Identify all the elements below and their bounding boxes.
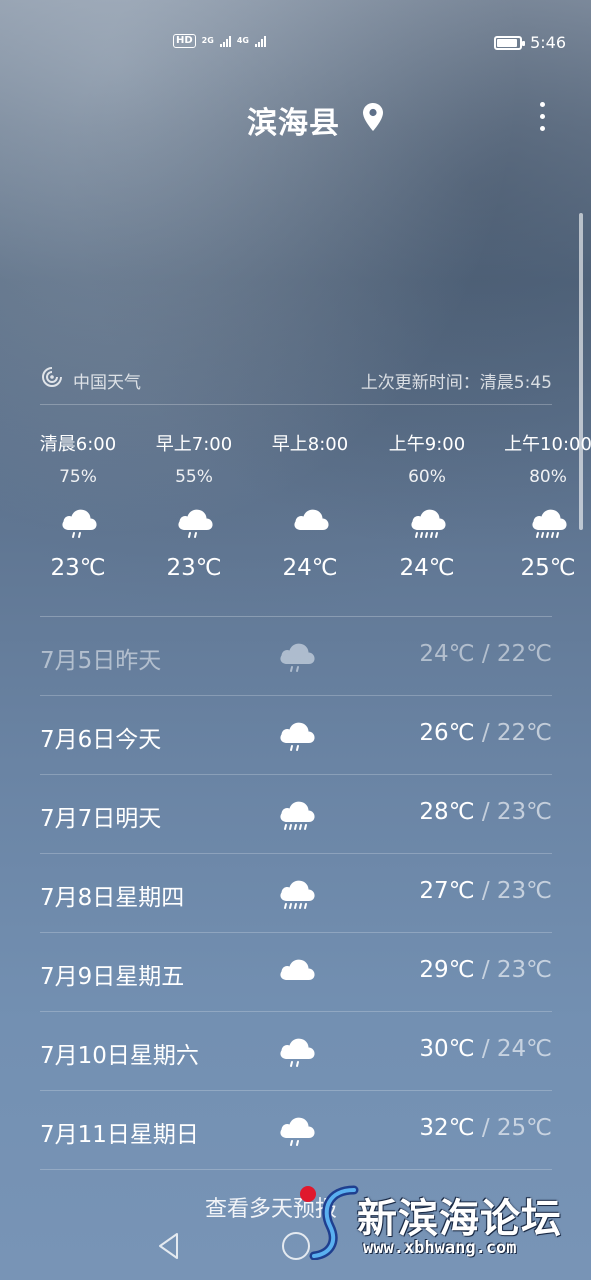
moderate-rain-icon — [280, 801, 315, 830]
daily-high: 29℃ — [419, 957, 475, 983]
nav-back-icon[interactable] — [155, 1230, 183, 1262]
light-rain-icon — [280, 1117, 315, 1146]
hourly-precip-probability: 75% — [59, 467, 97, 487]
light-rain-icon — [280, 722, 315, 751]
hourly-temperature: 25℃ — [520, 555, 576, 581]
hourly-precip-probability — [252, 465, 368, 489]
hourly-temperature: 23℃ — [50, 555, 106, 581]
data-source-name: 中国天气 — [73, 373, 141, 393]
hourly-time: 上午10:00 — [504, 434, 591, 455]
hourly-time: 早上8:00 — [271, 434, 349, 455]
daily-date: 7月8日星期四 — [40, 885, 185, 911]
hd-indicator: HD — [173, 34, 196, 48]
hourly-precip-probability: 55% — [175, 467, 213, 487]
hourly-item: 早上7:00 55% 23℃ — [136, 432, 252, 592]
battery-icon — [494, 35, 526, 50]
daily-row[interactable]: 7月8日星期四 27℃ / 23℃ — [40, 854, 552, 933]
daily-high: 28℃ — [419, 799, 475, 825]
daily-high: 32℃ — [419, 1115, 475, 1141]
daily-temperature-range: 24℃ / 22℃ — [419, 641, 552, 667]
daily-date: 7月11日星期日 — [40, 1122, 199, 1148]
daily-row[interactable]: 7月5日昨天 24℃ / 22℃ — [40, 617, 552, 696]
data-source-row: 中国天气 上次更新时间：清晨5:45 — [40, 364, 552, 396]
hourly-time: 上午9:00 — [388, 434, 466, 455]
signal-icon — [219, 35, 231, 47]
daily-row[interactable]: 7月11日星期日 32℃ / 25℃ — [40, 1091, 552, 1170]
daily-date: 7月10日星期六 — [40, 1043, 199, 1069]
daily-forecast-list: 7月5日昨天 24℃ / 22℃ 7月6日今天 26℃ / 22℃ 7月7日明天 28℃ … — [40, 617, 552, 1170]
daily-low: / 23℃ — [474, 957, 552, 983]
daily-low: / 24℃ — [474, 1036, 552, 1062]
cloudy-icon — [294, 509, 329, 530]
hourly-temperature: 23℃ — [166, 555, 222, 581]
daily-row[interactable]: 7月9日星期五 29℃ / 23℃ — [40, 933, 552, 1012]
network-type-2: 4G — [236, 36, 249, 45]
daily-date: 7月9日星期五 — [40, 964, 185, 990]
daily-temperature-range: 30℃ / 24℃ — [419, 1036, 552, 1062]
daily-low: / 22℃ — [474, 641, 552, 667]
hourly-time: 早上7:00 — [155, 434, 233, 455]
daily-temperature-range: 27℃ / 23℃ — [419, 878, 552, 904]
watermark-title: 新滨海论坛 — [357, 1196, 562, 1242]
daily-high: 27℃ — [419, 878, 475, 904]
light-rain-icon — [62, 509, 97, 538]
hourly-time: 清晨6:00 — [39, 434, 117, 455]
daily-temperature-range: 28℃ / 23℃ — [419, 799, 552, 825]
light-rain-icon — [280, 1038, 315, 1067]
daily-date: 7月6日今天 — [40, 727, 162, 753]
daily-high: 26℃ — [419, 720, 475, 746]
signal-icon — [254, 35, 266, 47]
hourly-forecast[interactable]: 清晨6:00 75% 23℃ 早上7:00 55% 23℃ 早上8:00 24℃ 上午9:00… — [0, 432, 591, 592]
moderate-rain-icon — [280, 880, 315, 909]
city-name[interactable]: 滨海县 — [247, 98, 340, 142]
hourly-item: 上午10:00 80% 25℃ — [490, 432, 591, 592]
header: 滨海县 — [0, 96, 591, 142]
hourly-item: 上午9:00 60% 24℃ — [369, 432, 485, 592]
light-rain-icon — [178, 509, 213, 538]
more-vertical-icon[interactable] — [532, 98, 552, 138]
forum-logo-icon — [300, 1185, 359, 1260]
hourly-temperature: 24℃ — [282, 555, 338, 581]
last-update-time: 上次更新时间：清晨5:45 — [360, 373, 552, 393]
daily-date: 7月5日昨天 — [40, 648, 162, 674]
daily-date: 7月7日明天 — [40, 806, 162, 832]
light-rain-icon — [280, 643, 315, 672]
daily-low: / 25℃ — [474, 1115, 552, 1141]
watermark: 新滨海论坛 www.xbhwang.com — [300, 1178, 591, 1268]
daily-temperature-range: 29℃ / 23℃ — [419, 957, 552, 983]
daily-temperature-range: 26℃ / 22℃ — [419, 720, 552, 746]
divider — [40, 404, 552, 405]
daily-temperature-range: 32℃ / 25℃ — [419, 1115, 552, 1141]
cloudy-icon — [280, 959, 315, 980]
status-bar: HD 2G 4G 5:46 — [0, 30, 591, 58]
china-weather-logo-icon — [42, 367, 62, 387]
status-time: 5:46 — [530, 33, 566, 52]
hourly-item: 清晨6:00 75% 23℃ — [20, 432, 136, 592]
daily-row[interactable]: 7月10日星期六 30℃ / 24℃ — [40, 1012, 552, 1091]
daily-row[interactable]: 7月7日明天 28℃ / 23℃ — [40, 775, 552, 854]
moderate-rain-icon — [411, 509, 446, 538]
daily-high: 24℃ — [419, 641, 475, 667]
watermark-url: www.xbhwang.com — [363, 1238, 517, 1258]
location-pin-icon[interactable] — [361, 102, 385, 132]
network-type-1: 2G — [201, 36, 214, 45]
daily-low: / 22℃ — [474, 720, 552, 746]
hourly-temperature: 24℃ — [399, 555, 455, 581]
hourly-precip-probability: 80% — [529, 467, 567, 487]
daily-high: 30℃ — [419, 1036, 475, 1062]
hourly-item: 早上8:00 24℃ — [252, 432, 368, 592]
moderate-rain-icon — [532, 509, 567, 538]
daily-low: / 23℃ — [474, 878, 552, 904]
daily-row[interactable]: 7月6日今天 26℃ / 22℃ — [40, 696, 552, 775]
hourly-precip-probability: 60% — [408, 467, 446, 487]
daily-low: / 23℃ — [474, 799, 552, 825]
